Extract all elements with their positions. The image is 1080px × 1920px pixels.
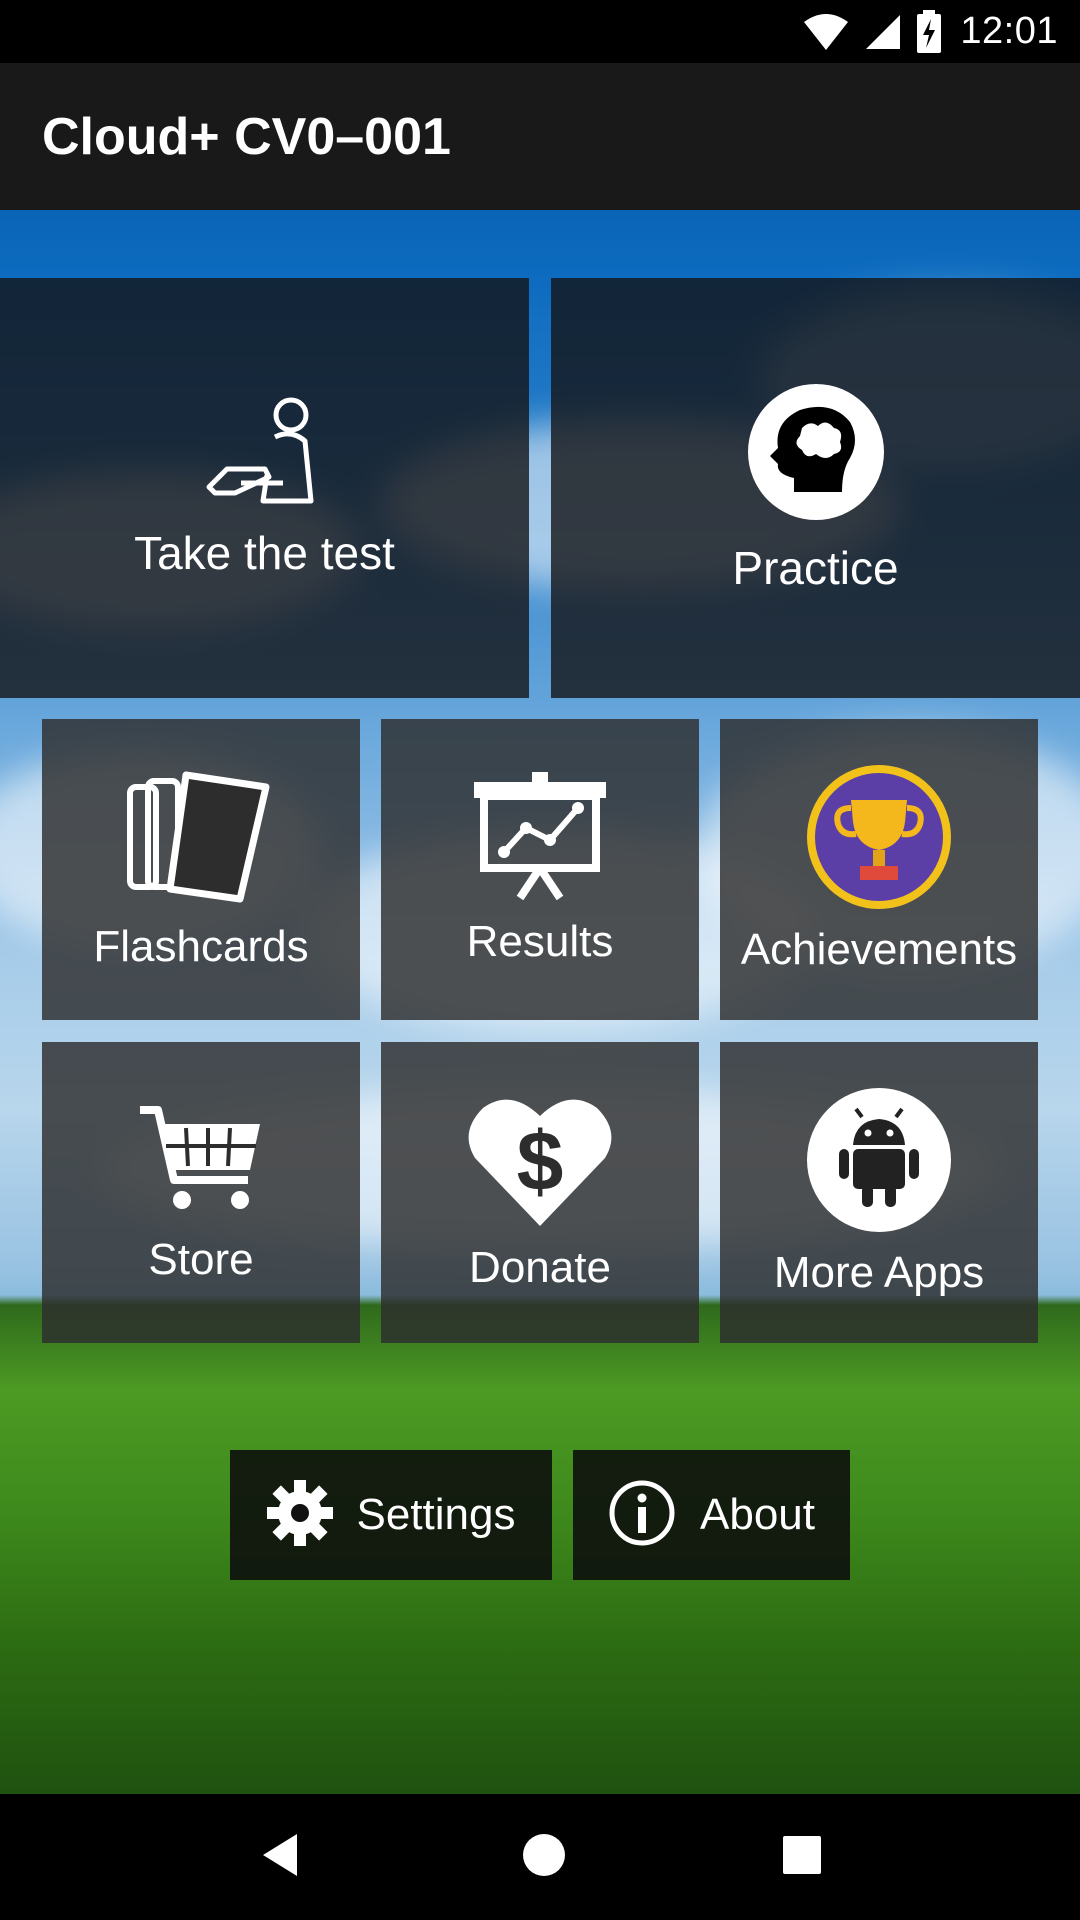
flashcards-icon — [126, 767, 276, 912]
chart-presentation-icon — [470, 772, 610, 907]
cart-icon — [136, 1100, 266, 1225]
wifi-icon — [802, 12, 850, 52]
donate-label: Donate — [469, 1243, 611, 1292]
trophy-icon — [806, 764, 952, 915]
achievements-tile[interactable]: Achievements — [720, 719, 1038, 1020]
app-bar: Cloud+ CV0–001 — [0, 63, 1080, 210]
android-icon — [806, 1087, 952, 1238]
svg-text:$: $ — [517, 1114, 564, 1208]
info-icon — [608, 1479, 676, 1552]
practice-tile[interactable]: Practice — [551, 278, 1080, 698]
about-button[interactable]: About — [573, 1450, 850, 1580]
recents-icon[interactable] — [781, 1834, 823, 1881]
donate-tile[interactable]: $ Donate — [381, 1042, 699, 1343]
about-label: About — [700, 1490, 815, 1539]
app-title: Cloud+ CV0–001 — [42, 107, 451, 166]
take-the-test-label: Take the test — [134, 526, 395, 579]
navigation-bar — [0, 1794, 1080, 1920]
status-bar: 12:01 — [0, 0, 1080, 63]
test-taker-icon — [205, 397, 325, 512]
more-apps-tile[interactable]: More Apps — [720, 1042, 1038, 1343]
back-icon[interactable] — [257, 1830, 307, 1885]
results-tile[interactable]: Results — [381, 719, 699, 1020]
status-time: 12:01 — [960, 10, 1058, 52]
store-tile[interactable]: Store — [42, 1042, 360, 1343]
home-content: Take the test Practice Flashcards Result… — [0, 210, 1080, 1794]
flashcards-tile[interactable]: Flashcards — [42, 719, 360, 1020]
battery-charging-icon — [916, 9, 942, 54]
practice-label: Practice — [732, 541, 899, 594]
achievements-label: Achievements — [740, 925, 1018, 974]
settings-button[interactable]: Settings — [230, 1450, 552, 1580]
brain-head-icon — [746, 382, 886, 527]
take-the-test-tile[interactable]: Take the test — [0, 278, 529, 698]
settings-label: Settings — [356, 1490, 516, 1539]
home-icon[interactable] — [521, 1832, 567, 1883]
store-label: Store — [148, 1235, 254, 1284]
more-apps-label: More Apps — [773, 1248, 985, 1297]
results-label: Results — [466, 917, 614, 966]
flashcards-label: Flashcards — [93, 922, 309, 971]
signal-icon — [864, 13, 902, 51]
gear-icon — [266, 1479, 333, 1551]
dollar-heart-icon: $ — [465, 1092, 615, 1233]
